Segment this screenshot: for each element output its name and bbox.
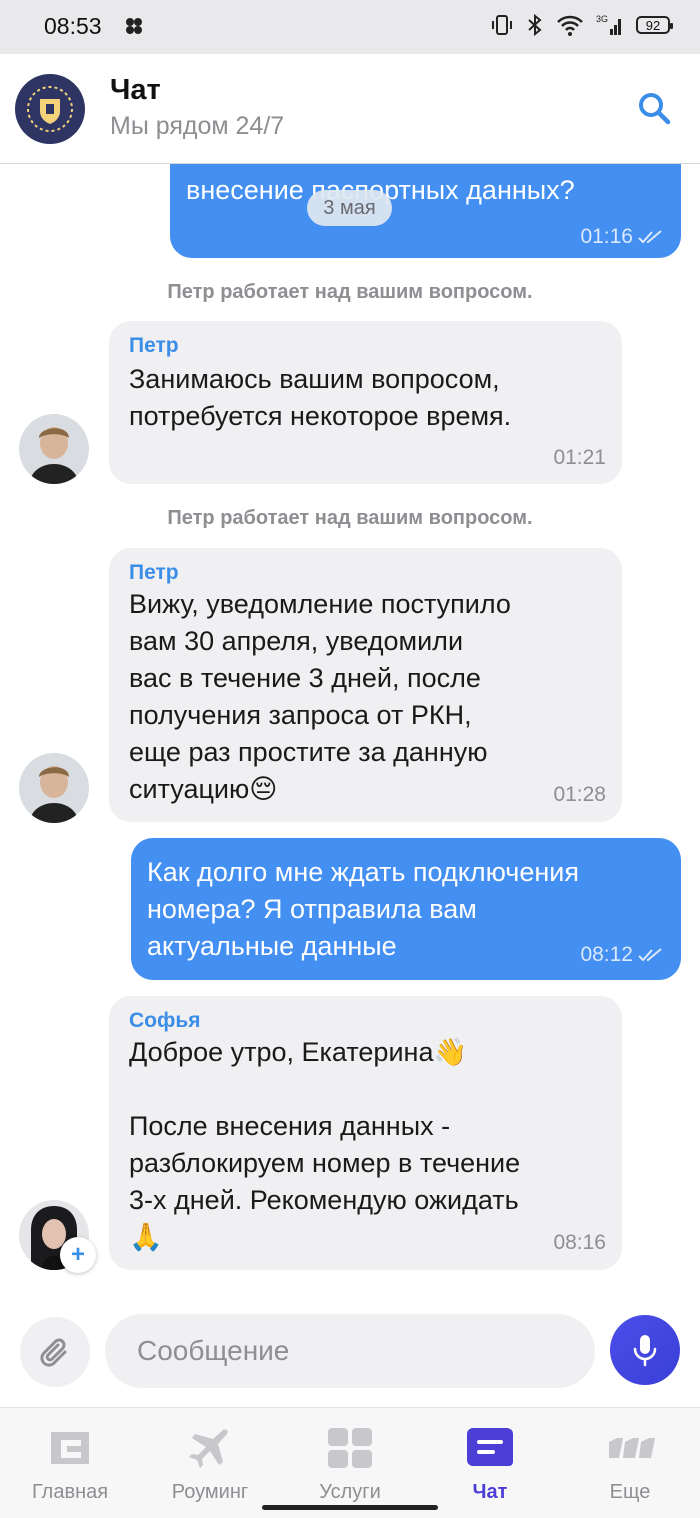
search-icon[interactable] xyxy=(636,90,672,126)
nav-item-more[interactable]: Еще xyxy=(560,1408,700,1518)
message-incoming[interactable]: Петр Вижу, уведомление поступило вам 30 … xyxy=(109,548,622,822)
message-text: Доброе утро, Екатерина👋 После внесения д… xyxy=(129,1037,521,1252)
page-title: Чат xyxy=(110,74,161,106)
message-time: 01:16 xyxy=(580,218,665,255)
company-logo xyxy=(15,74,85,144)
shield-logo-icon xyxy=(27,86,73,132)
page-subtitle: Мы рядом 24/7 xyxy=(110,112,285,140)
bluetooth-icon xyxy=(528,13,542,37)
date-separator: 3 мая xyxy=(307,190,392,226)
nav-label: Чат xyxy=(472,1481,508,1503)
app-notification-icon xyxy=(126,18,142,34)
attach-button[interactable] xyxy=(20,1317,90,1387)
avatar xyxy=(19,753,89,823)
chat-icon xyxy=(467,1428,513,1466)
nav-item-chat[interactable]: Чат xyxy=(420,1408,560,1518)
battery-icon: 92 xyxy=(636,16,673,34)
avatar xyxy=(19,414,89,484)
chat-header: Чат Мы рядом 24/7 xyxy=(0,54,700,164)
nav-item-home[interactable]: Главная xyxy=(0,1408,140,1518)
nav-label: Главная xyxy=(31,1481,109,1503)
message-incoming[interactable]: Петр Занимаюсь вашим вопросом, потребует… xyxy=(109,321,622,484)
add-icon[interactable]: + xyxy=(60,1237,96,1273)
cellular-signal-icon: 3G xyxy=(596,14,621,35)
sender-name: Петр xyxy=(129,334,179,357)
home-icon xyxy=(51,1432,89,1464)
status-bar: 08:53 3G 92 xyxy=(0,0,700,54)
message-text: Вижу, уведомление поступило вам 30 апрел… xyxy=(129,589,511,804)
more-icon xyxy=(609,1438,655,1458)
message-text: Занимаюсь вашим вопросом, потребуется не… xyxy=(129,364,512,431)
vibrate-icon xyxy=(492,15,512,35)
services-grid-icon xyxy=(328,1428,372,1468)
message-outgoing[interactable]: внесение паспортных данных? 01:16 xyxy=(170,164,681,258)
nav-item-roaming[interactable]: Роуминг xyxy=(140,1408,280,1518)
network-type: 3G xyxy=(596,14,608,24)
microphone-icon xyxy=(633,1335,657,1367)
message-composer xyxy=(0,1304,700,1404)
system-message: Петр работает над вашим вопросом. xyxy=(167,281,533,303)
operator-avatar-icon xyxy=(19,414,89,484)
voice-message-button[interactable] xyxy=(610,1315,680,1385)
double-check-icon xyxy=(638,947,662,961)
message-time: 01:28 xyxy=(553,783,606,806)
message-time: 08:12 xyxy=(580,936,665,973)
paperclip-icon xyxy=(40,1338,67,1367)
wifi-icon xyxy=(557,15,583,36)
message-outgoing[interactable]: Как долго мне ждать подключения номера? … xyxy=(131,838,681,980)
double-check-icon xyxy=(638,229,662,243)
home-indicator[interactable] xyxy=(262,1505,438,1510)
bottom-navigation: Главная Роуминг Услуги Чат Еще xyxy=(0,1407,700,1518)
nav-item-services[interactable]: Услуги xyxy=(280,1408,420,1518)
operator-avatar-icon xyxy=(19,753,89,823)
chat-area[interactable]: внесение паспортных данных? 01:16 3 мая … xyxy=(0,164,700,1304)
system-message: Петр работает над вашим вопросом. xyxy=(167,507,533,529)
message-time: 08:16 xyxy=(553,1231,606,1254)
message-text: Как долго мне ждать подключения номера? … xyxy=(147,857,579,961)
message-time: 01:21 xyxy=(553,446,606,469)
nav-label: Роуминг xyxy=(171,1481,249,1503)
message-input[interactable] xyxy=(105,1314,595,1388)
message-incoming[interactable]: Софья Доброе утро, Екатерина👋 После внес… xyxy=(109,996,622,1270)
status-time: 08:53 xyxy=(44,13,102,39)
nav-label: Еще xyxy=(609,1481,651,1503)
nav-label: Услуги xyxy=(319,1481,381,1503)
plane-icon xyxy=(189,1429,228,1468)
battery-level: 92 xyxy=(645,17,661,33)
